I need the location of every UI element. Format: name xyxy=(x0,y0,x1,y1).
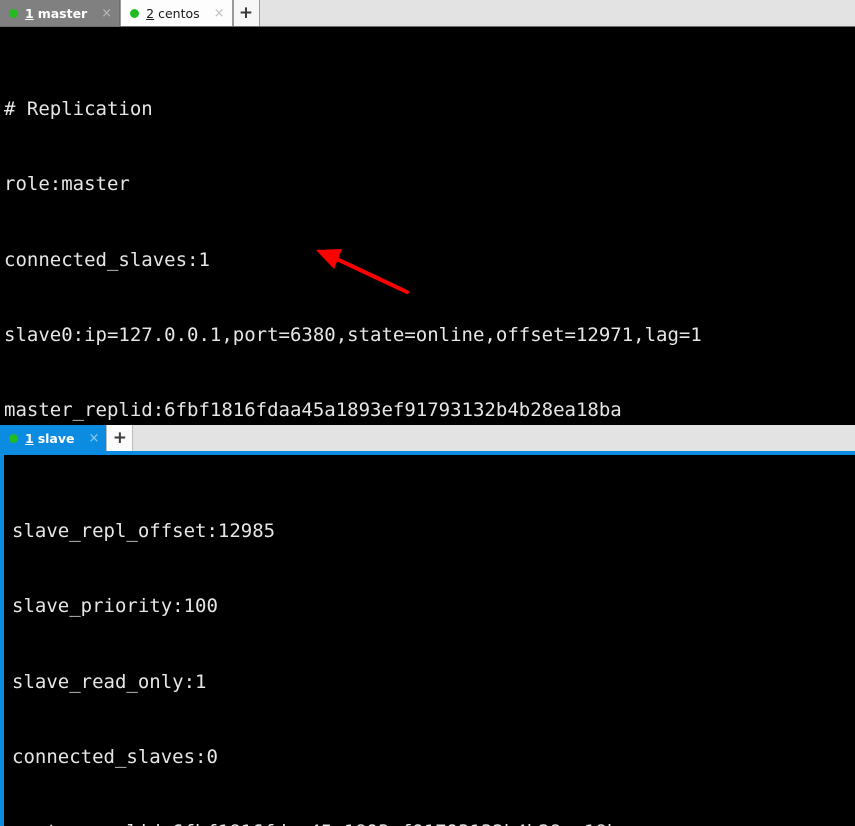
tabbar-empty-area xyxy=(259,0,855,26)
terminal-output-master[interactable]: # Replication role:master connected_slav… xyxy=(0,27,855,425)
terminal-window: 1 master × 2 centos × + # Replication ro… xyxy=(0,0,855,826)
close-icon[interactable]: × xyxy=(89,432,100,445)
green-dot-icon xyxy=(130,8,140,18)
tabbar-slave-pane: 1 slave × + xyxy=(0,425,855,451)
add-tab-button[interactable]: + xyxy=(106,425,134,451)
green-dot-icon xyxy=(9,8,18,18)
tabbar-master-pane: 1 master × 2 centos × + xyxy=(0,0,855,27)
tab-number: 2 xyxy=(146,5,155,21)
tab-master[interactable]: 1 master × xyxy=(0,0,121,26)
terminal-line: slave_priority:100 xyxy=(12,595,218,618)
terminal-line: master_replid:6fbf1816fdaa45a1893ef91793… xyxy=(4,399,622,422)
close-icon[interactable]: × xyxy=(101,7,112,20)
tab-slave[interactable]: 1 slave × xyxy=(0,425,107,451)
terminal-output-slave[interactable]: slave_repl_offset:12985 slave_priority:1… xyxy=(0,455,855,826)
tab-centos[interactable]: 2 centos × xyxy=(120,0,233,26)
tab-label: centos xyxy=(158,5,200,21)
tab-label: slave xyxy=(37,430,75,446)
tab-label: master xyxy=(37,5,88,21)
add-tab-button[interactable]: + xyxy=(232,0,260,26)
terminal-pane-slave: 1 slave × + slave_repl_offset:12985 slav… xyxy=(0,425,855,826)
green-dot-icon xyxy=(9,433,18,443)
tab-number: 1 xyxy=(25,5,34,21)
terminal-pane-master: 1 master × 2 centos × + # Replication ro… xyxy=(0,0,855,425)
terminal-line: role:master xyxy=(4,173,130,196)
terminal-line: master_replid:6fbf1816fdaa45a1893ef91793… xyxy=(12,820,855,826)
terminal-line: # Replication xyxy=(4,98,153,121)
terminal-line: slave0:ip=127.0.0.1,port=6380,state=onli… xyxy=(4,324,702,347)
terminal-line: connected_slaves:1 xyxy=(4,248,210,271)
close-icon[interactable]: × xyxy=(214,7,225,20)
tab-number: 1 xyxy=(25,430,34,446)
tabbar-empty-area xyxy=(133,425,855,451)
terminal-line: slave_repl_offset:12985 xyxy=(12,520,276,543)
terminal-line: connected_slaves:0 xyxy=(12,746,218,769)
terminal-line: slave_read_only:1 xyxy=(12,670,207,693)
